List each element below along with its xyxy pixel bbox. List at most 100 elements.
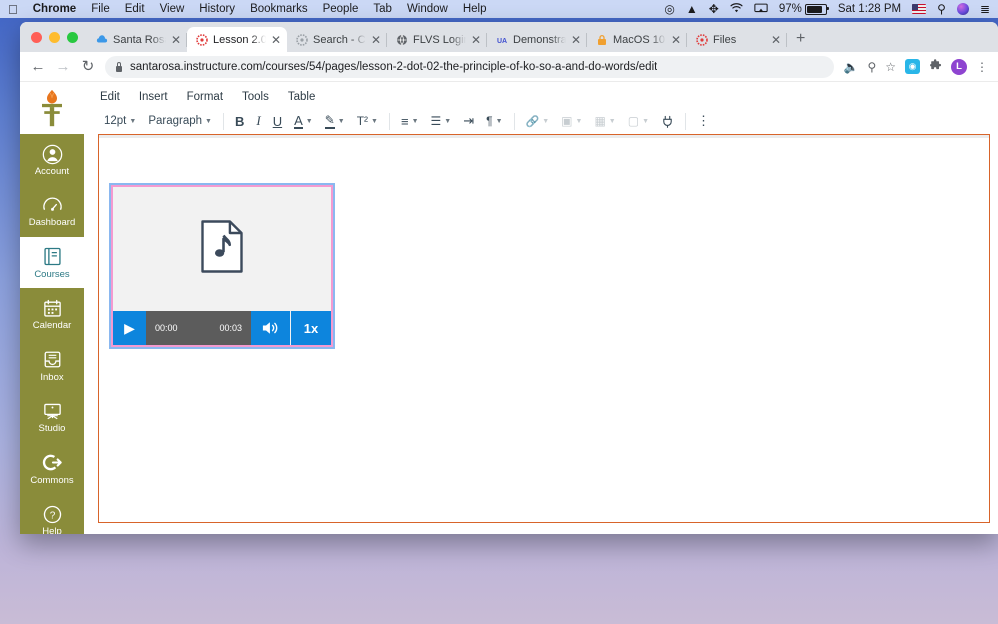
tab-close-icon[interactable]: ✕ — [171, 34, 181, 46]
tab-close-icon[interactable]: ✕ — [271, 34, 281, 46]
browser-tab-demonstrative[interactable]: UA Demonstrative p ✕ — [487, 27, 587, 52]
sidebar-item-courses[interactable]: Courses — [20, 237, 84, 288]
menu-window[interactable]: Window — [407, 3, 448, 15]
maximize-window-button[interactable] — [67, 32, 78, 43]
italic-button[interactable]: I — [250, 109, 266, 133]
browser-tab-lesson[interactable]: Lesson 2.02: Th ✕ — [187, 27, 287, 52]
audio-file-preview — [113, 187, 331, 311]
editor-menu-format[interactable]: Format — [187, 91, 223, 103]
chrome-menu-icon[interactable]: ⋮ — [976, 61, 988, 73]
reload-button[interactable]: ↻ — [80, 59, 96, 74]
account-avatar-icon — [41, 143, 63, 165]
browser-tab-santa-rosa[interactable]: Santa Rosa ✕ — [87, 27, 187, 52]
sidebar-item-dashboard[interactable]: Dashboard — [20, 185, 84, 236]
santa-rosa-torch-logo[interactable] — [20, 82, 84, 134]
document-icon: ▢ — [628, 114, 639, 128]
minimize-window-button[interactable] — [49, 32, 60, 43]
microphone-icon[interactable]: 🔈 — [843, 61, 858, 73]
audio-timeline[interactable]: 00:00 00:03 — [146, 311, 251, 345]
menu-people[interactable]: People — [323, 3, 359, 15]
insert-document-button[interactable]: ▢ ▼ — [622, 110, 655, 132]
search-icon[interactable]: ⚲ — [937, 3, 946, 15]
back-button[interactable]: ← — [30, 59, 46, 74]
tab-title: Search - Canvas — [313, 34, 366, 46]
address-bar[interactable]: santarosa.instructure.com/courses/54/pag… — [105, 56, 834, 78]
forward-button[interactable]: → — [55, 59, 71, 74]
browser-tab-macos[interactable]: MacOS 10.15 (C ✕ — [587, 27, 687, 52]
apple-menu-icon[interactable]:  — [8, 3, 18, 16]
extension-icon[interactable]: ◉ — [905, 59, 920, 74]
search-icon[interactable]: ⚲ — [867, 61, 876, 73]
us-flag-icon[interactable] — [912, 4, 926, 14]
text-color-button[interactable]: A ▼ — [288, 110, 319, 133]
list-button[interactable]: ☰ ▼ — [425, 110, 458, 132]
text-color-icon: A — [294, 114, 303, 129]
align-button[interactable]: ≡ ▼ — [395, 110, 425, 133]
control-center-icon[interactable]: ≣ — [980, 3, 990, 15]
insert-media-button[interactable]: ▦ ▼ — [588, 110, 621, 132]
menu-help[interactable]: Help — [463, 3, 487, 15]
wifi-icon[interactable] — [730, 3, 743, 16]
tab-close-icon[interactable]: ✕ — [471, 34, 481, 46]
editor-menu-table[interactable]: Table — [288, 91, 316, 103]
font-size-dropdown[interactable]: 12pt ▼ — [98, 111, 142, 131]
creative-cloud-icon[interactable]: ◎ — [664, 3, 674, 15]
audio-player-embed[interactable]: ▶ 00:00 00:03 1x — [109, 183, 335, 349]
playback-speed-button[interactable]: 1x — [290, 311, 331, 345]
menu-tab[interactable]: Tab — [373, 3, 392, 15]
move-arrows-icon[interactable]: ✥ — [709, 3, 719, 15]
profile-avatar[interactable]: L — [951, 59, 967, 75]
menu-bookmarks[interactable]: Bookmarks — [250, 3, 308, 15]
play-button[interactable]: ▶ — [113, 311, 146, 345]
bookmark-star-icon[interactable]: ☆ — [885, 61, 896, 73]
sidebar-item-label: Dashboard — [29, 218, 75, 228]
browser-tab-search-canvas[interactable]: Search - Canvas ✕ — [287, 27, 387, 52]
rich-content-editor: Edit Insert Format Tools Table 12pt ▼ Pa… — [84, 82, 998, 534]
editor-content-frame[interactable]: ▶ 00:00 00:03 1x — [98, 134, 990, 523]
chevron-down-icon: ▼ — [609, 118, 616, 125]
menu-edit[interactable]: Edit — [125, 3, 145, 15]
insert-link-button[interactable]: 🔗 ▼ — [520, 111, 556, 132]
editor-menu-insert[interactable]: Insert — [139, 91, 168, 103]
sidebar-item-inbox[interactable]: Inbox — [20, 340, 84, 391]
volume-button[interactable] — [251, 311, 290, 345]
menu-view[interactable]: View — [160, 3, 185, 15]
superscript-button[interactable]: T² ▼ — [351, 110, 384, 132]
sidebar-item-commons[interactable]: Commons — [20, 443, 84, 494]
new-tab-button[interactable]: + — [787, 31, 814, 52]
close-window-button[interactable] — [31, 32, 42, 43]
menu-file[interactable]: File — [91, 3, 110, 15]
browser-tab-flvs-login[interactable]: FLVS Login ✕ — [387, 27, 487, 52]
tab-close-icon[interactable]: ✕ — [771, 34, 781, 46]
sidebar-item-account[interactable]: Account — [20, 134, 84, 185]
sidebar-item-help[interactable]: ? Help — [20, 494, 84, 534]
highlight-color-button[interactable]: ✎ ▼ — [319, 110, 351, 133]
browser-tab-files[interactable]: Files ✕ — [687, 27, 787, 52]
battery-indicator[interactable]: 97% — [779, 3, 827, 15]
chevron-down-icon: ▼ — [371, 118, 378, 125]
indent-button[interactable]: ⇥ — [457, 109, 480, 133]
editor-overflow-button[interactable]: ⋮ — [691, 109, 716, 133]
extensions-puzzle-icon[interactable] — [929, 59, 942, 74]
screen-mirroring-icon[interactable] — [754, 3, 768, 16]
block-format-dropdown[interactable]: Paragraph ▼ — [142, 111, 218, 131]
lock-icon — [115, 62, 123, 72]
apps-plug-button[interactable] — [655, 111, 680, 132]
insert-image-button[interactable]: ▣ ▼ — [555, 110, 588, 132]
sidebar-item-calendar[interactable]: Calendar — [20, 288, 84, 339]
tab-close-icon[interactable]: ✕ — [671, 34, 681, 46]
directionality-button[interactable]: ¶ ▼ — [480, 110, 508, 132]
tab-close-icon[interactable]: ✕ — [571, 34, 581, 46]
bold-button[interactable]: B — [229, 110, 250, 133]
window-traffic-lights[interactable] — [28, 32, 87, 52]
underline-button[interactable]: U — [267, 110, 288, 133]
malwarebytes-icon[interactable]: ▲ — [686, 3, 698, 15]
tab-close-icon[interactable]: ✕ — [371, 34, 381, 46]
menu-bar-clock[interactable]: Sat 1:28 PM — [838, 3, 901, 15]
editor-menu-tools[interactable]: Tools — [242, 91, 269, 103]
siri-icon[interactable] — [957, 3, 969, 15]
editor-menu-edit[interactable]: Edit — [100, 91, 120, 103]
menu-history[interactable]: History — [199, 3, 235, 15]
menu-chrome[interactable]: Chrome — [33, 3, 76, 15]
sidebar-item-studio[interactable]: Studio — [20, 391, 84, 442]
